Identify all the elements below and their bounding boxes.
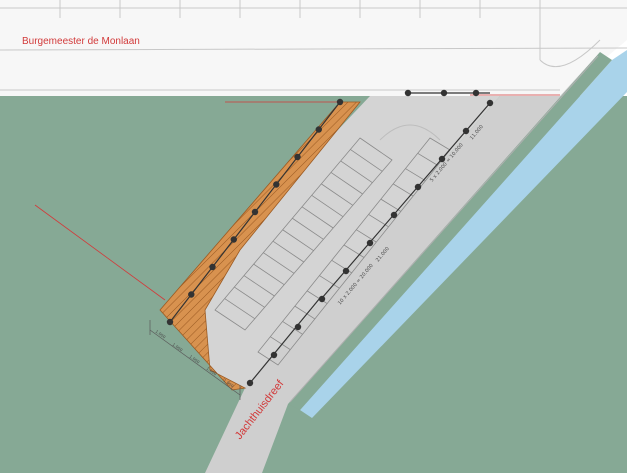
bollard-dot-icon	[315, 126, 322, 133]
street-label-north: Burgemeester de Monlaan	[22, 36, 140, 47]
bollard-dot-icon	[342, 267, 350, 275]
bollard-dot-icon	[336, 98, 344, 106]
bollard-dot-icon	[404, 89, 412, 97]
bollard-dot-icon	[270, 351, 278, 359]
bollard-dot-icon	[273, 181, 280, 188]
bollard-dot-icon	[486, 99, 494, 107]
bollard-dot-icon	[246, 379, 254, 387]
bollard-dot-icon	[166, 318, 174, 326]
bollard-dot-icon	[390, 211, 398, 219]
bollard-dot-icon	[230, 236, 237, 243]
bollard-dot-icon	[366, 239, 374, 247]
site-plan-canvas: 1.000 1.000 1.000 1.000 1.000 11.000 5 x…	[0, 0, 627, 473]
bollard-dot-icon	[294, 153, 301, 161]
bollard-dot-icon	[188, 291, 195, 298]
bollard-dot-icon	[472, 89, 480, 97]
bollard-dot-icon	[440, 89, 448, 97]
bollard-dot-icon	[414, 183, 422, 191]
bollard-dot-icon	[209, 263, 216, 271]
bollard-dot-icon	[318, 295, 326, 303]
bollard-dot-icon	[251, 208, 259, 216]
bollard-dot-icon	[462, 127, 470, 135]
bollard-dot-icon	[294, 323, 302, 331]
